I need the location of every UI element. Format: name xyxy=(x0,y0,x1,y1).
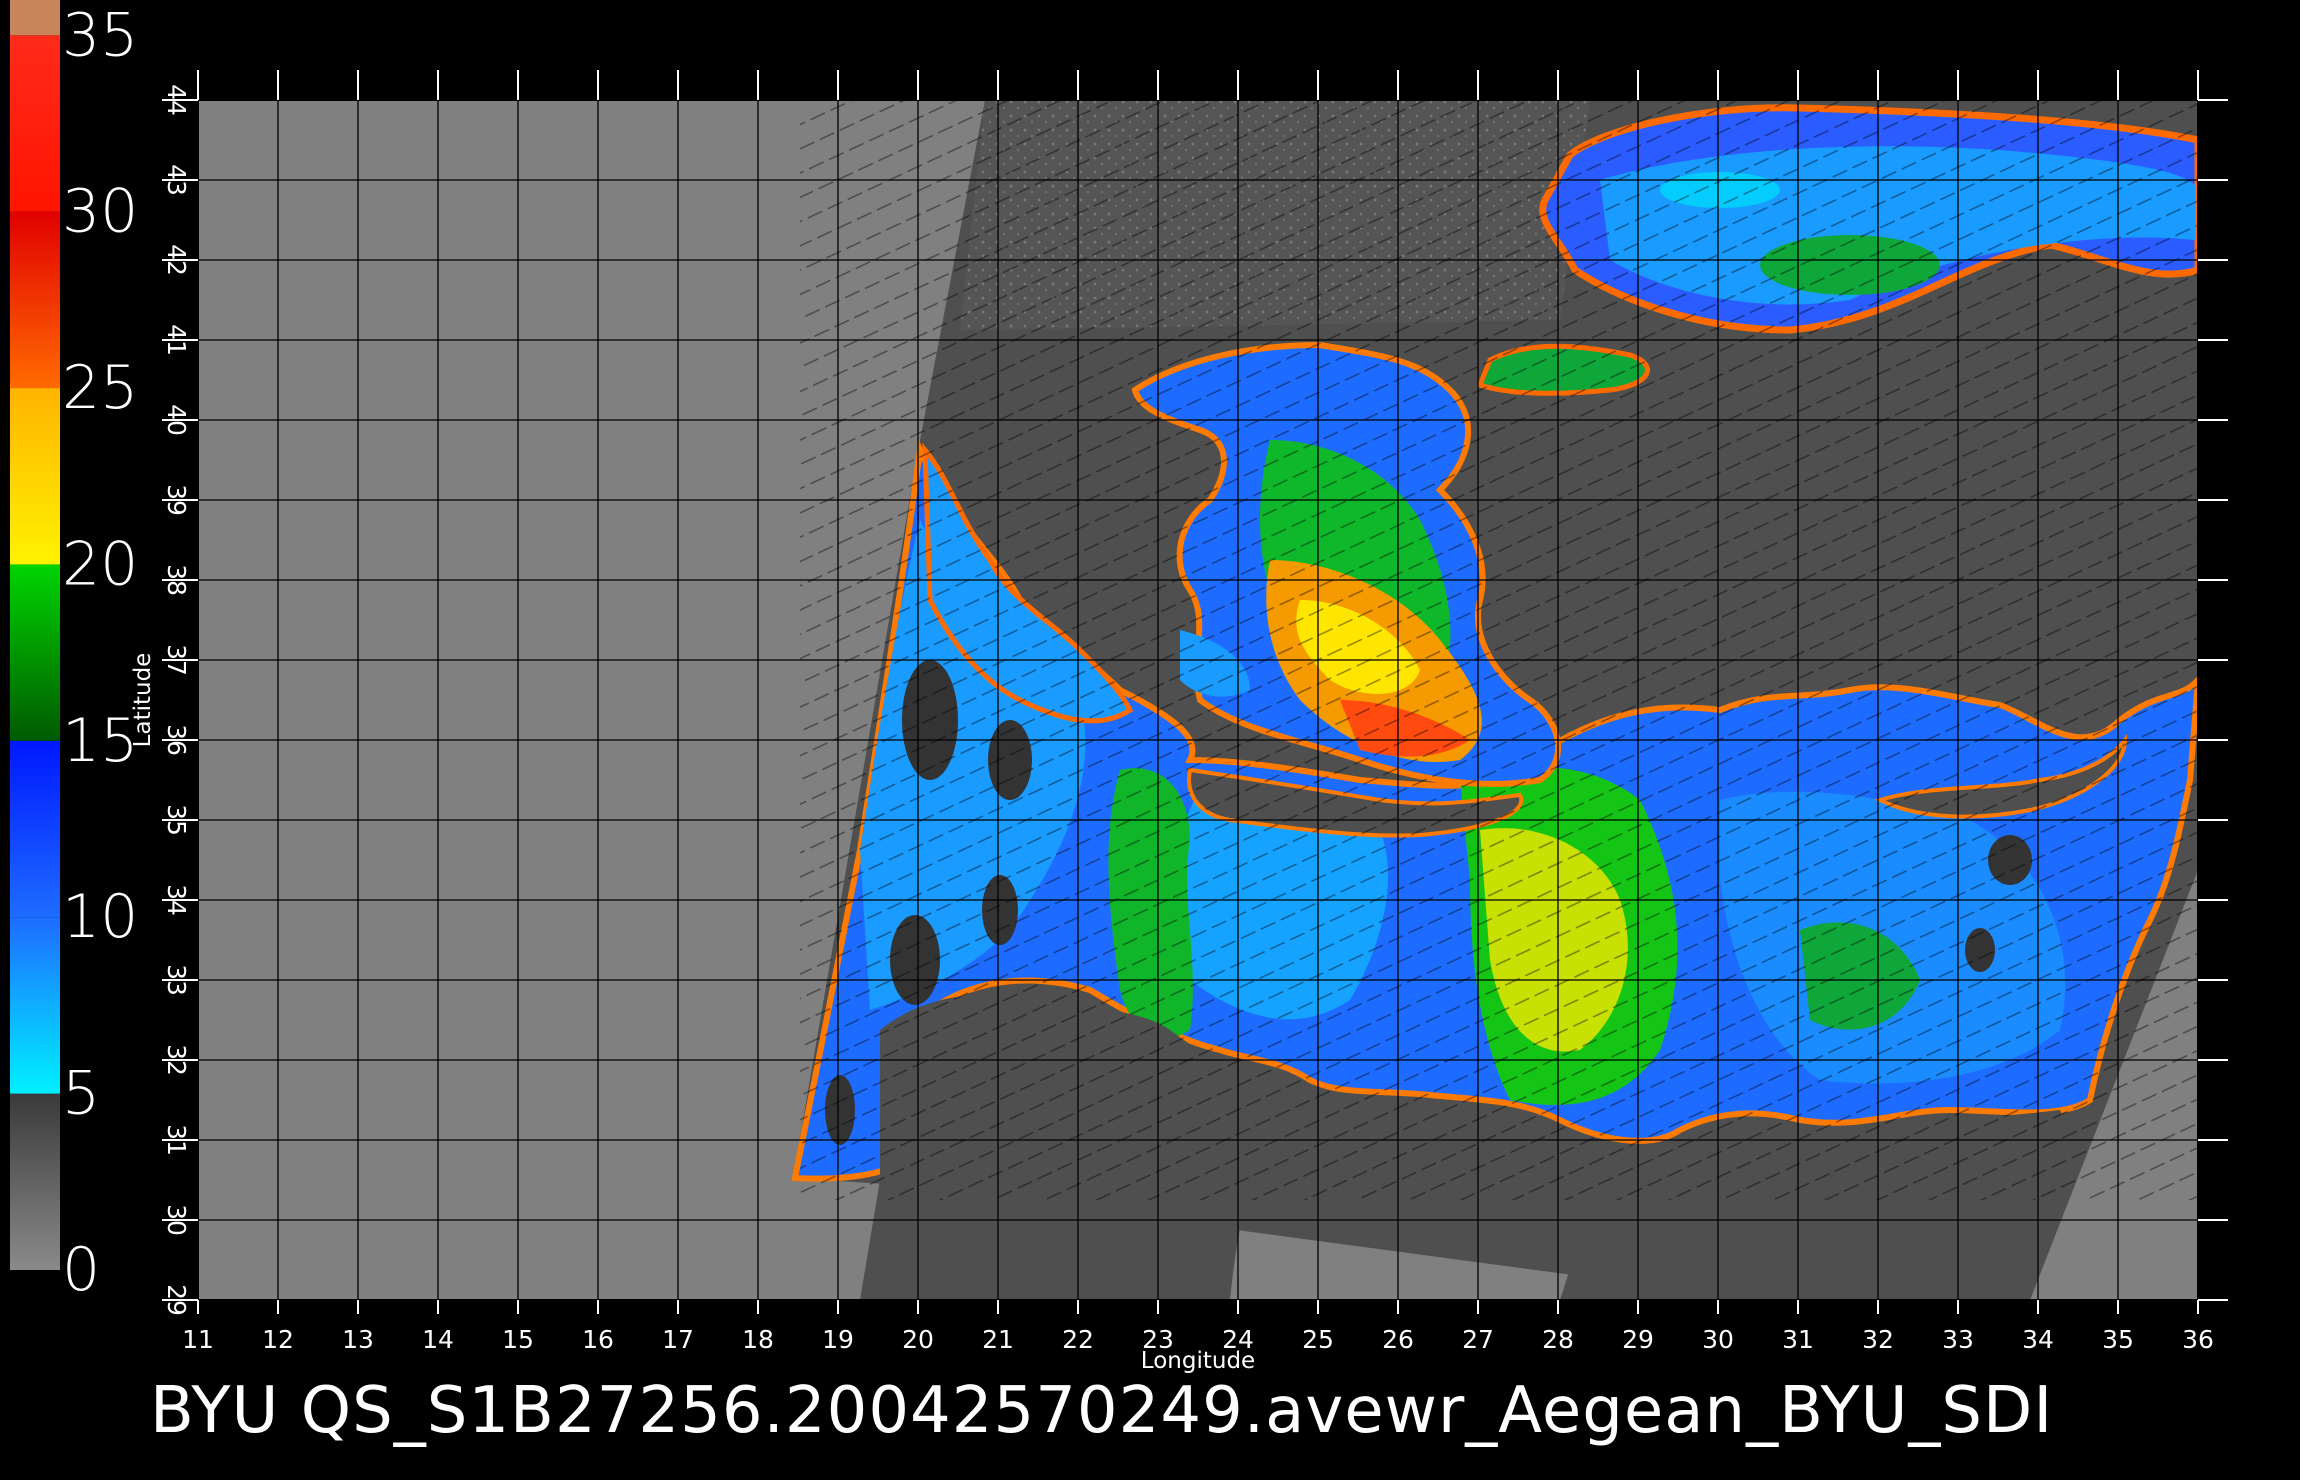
colorbar-tick-label: 20 xyxy=(62,529,138,599)
longitude-tick-label: 17 xyxy=(662,1325,694,1354)
latitude-tick-label: 42 xyxy=(162,244,191,276)
y-axis-title: Latitude xyxy=(130,653,156,748)
latitude-tick-label: 31 xyxy=(162,1124,191,1156)
latitude-tick-label: 43 xyxy=(162,164,191,196)
longitude-tick-label: 18 xyxy=(742,1325,774,1354)
colorbar-band xyxy=(10,211,60,389)
latitude-tick-label: 29 xyxy=(162,1284,191,1316)
colorbar-band xyxy=(10,0,60,36)
colorbar-labels: 0 5 10 15 20 25 30 35 xyxy=(62,0,138,1305)
longitude-tick-label: 14 xyxy=(422,1325,454,1354)
latitude-tick-label: 44 xyxy=(162,84,191,116)
colorbar-tick-label: 30 xyxy=(62,177,138,247)
longitude-tick-label: 20 xyxy=(902,1325,934,1354)
latitude-tick-labels: 29 30 31 32 33 34 35 36 37 38 39 40 41 42 43 44 xyxy=(162,84,191,1316)
longitude-tick-label: 11 xyxy=(182,1325,214,1354)
longitude-tick-label: 21 xyxy=(982,1325,1014,1354)
longitude-tick-label: 22 xyxy=(1062,1325,1094,1354)
longitude-tick-label: 32 xyxy=(1862,1325,1894,1354)
colorbar-tick-label: 10 xyxy=(62,882,138,952)
colorbar-tick-label: 35 xyxy=(62,0,138,70)
longitude-tick-label: 35 xyxy=(2102,1325,2134,1354)
colorbar-band xyxy=(10,1093,60,1270)
latitude-tick-label: 41 xyxy=(162,324,191,356)
footer-filename: BYU QS_S1B27256.20042570249.avewr_Aegean… xyxy=(150,1374,2053,1448)
latitude-tick-label: 35 xyxy=(162,804,191,836)
longitude-tick-label: 19 xyxy=(822,1325,854,1354)
colorbar-band xyxy=(10,740,60,918)
latitude-tick-label: 39 xyxy=(162,484,191,516)
longitude-tick-label: 33 xyxy=(1942,1325,1974,1354)
x-axis-title: Longitude xyxy=(1141,1348,1255,1374)
longitude-tick-label: 15 xyxy=(502,1325,534,1354)
colorbar-band xyxy=(10,35,60,212)
latitude-tick-label: 36 xyxy=(162,724,191,756)
longitude-tick-label: 12 xyxy=(262,1325,294,1354)
colorbar-band xyxy=(10,917,60,1094)
longitude-tick-label: 26 xyxy=(1382,1325,1414,1354)
longitude-tick-label: 36 xyxy=(2182,1325,2214,1354)
longitude-tick-label: 29 xyxy=(1622,1325,1654,1354)
longitude-tick-label: 27 xyxy=(1462,1325,1494,1354)
longitude-tick-label: 13 xyxy=(342,1325,374,1354)
colorbar-tick-label: 25 xyxy=(62,353,138,423)
colorbar-tick-label: 15 xyxy=(62,706,138,776)
colorbar xyxy=(10,0,60,1270)
longitude-tick-label: 28 xyxy=(1542,1325,1574,1354)
latitude-tick-label: 34 xyxy=(162,884,191,916)
colorbar-tick-label: 5 xyxy=(62,1059,100,1129)
latitude-tick-label: 38 xyxy=(162,564,191,596)
map-panel xyxy=(198,100,2198,1300)
longitude-tick-label: 34 xyxy=(2022,1325,2054,1354)
latitude-tick-label: 40 xyxy=(162,404,191,436)
latitude-tick-label: 33 xyxy=(162,964,191,996)
latitude-tick-label: 32 xyxy=(162,1044,191,1076)
wind-vector-overlay xyxy=(800,100,2198,1200)
latitude-tick-label: 30 xyxy=(162,1204,191,1236)
latitude-tick-label: 37 xyxy=(162,644,191,676)
longitude-tick-label: 31 xyxy=(1782,1325,1814,1354)
colorbar-tick-label: 0 xyxy=(62,1235,100,1305)
longitude-tick-label: 25 xyxy=(1302,1325,1334,1354)
longitude-tick-label: 16 xyxy=(582,1325,614,1354)
wind-map-figure: 0 5 10 15 20 25 30 35 11 12 13 14 15 16 17 18 1… xyxy=(10,0,2228,1448)
colorbar-band xyxy=(10,564,60,741)
colorbar-band xyxy=(10,388,60,565)
longitude-tick-label: 30 xyxy=(1702,1325,1734,1354)
